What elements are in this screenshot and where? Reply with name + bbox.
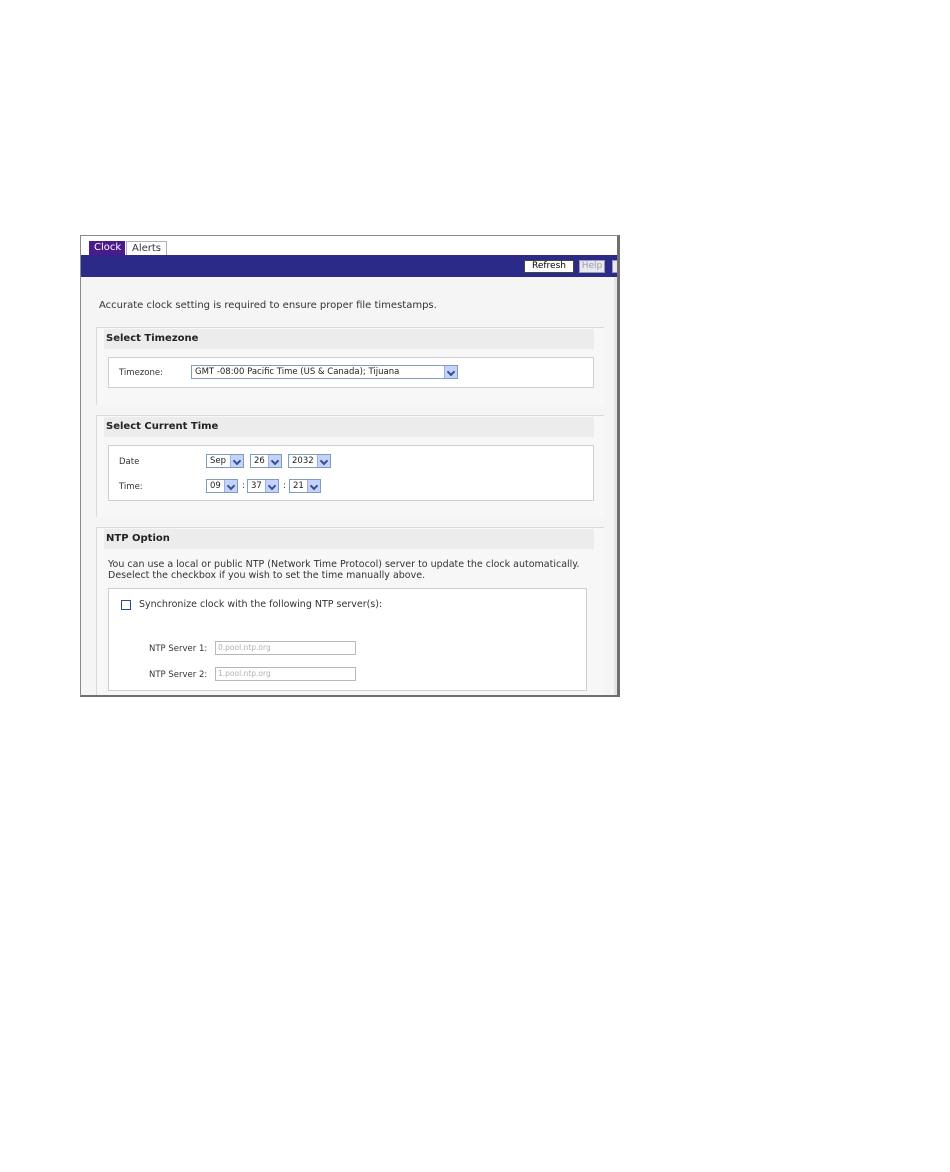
tab-alerts[interactable]: Alerts xyxy=(126,241,167,255)
day-select-value: 26 xyxy=(254,456,265,466)
timezone-panel: Select Timezone Timezone: GMT -08:00 Pac… xyxy=(96,327,604,405)
hour-select[interactable]: 09 xyxy=(206,479,238,493)
scrollbar-edge[interactable] xyxy=(614,277,617,695)
chevron-down-icon xyxy=(307,480,320,492)
clock-settings-window: Clock Alerts Refresh Help Accurate clock… xyxy=(80,235,620,697)
current-time-panel-title: Select Current Time xyxy=(104,417,594,437)
refresh-button[interactable]: Refresh xyxy=(524,260,574,273)
time-separator: : xyxy=(242,481,246,491)
date-label: Date xyxy=(119,457,140,467)
time-separator: : xyxy=(283,481,287,491)
timezone-panel-title: Select Timezone xyxy=(104,329,594,349)
ntp-description-line2: Deselect the checkbox if you wish to set… xyxy=(108,570,426,581)
month-select[interactable]: Sep xyxy=(206,454,244,468)
current-time-panel: Select Current Time Date Sep 26 2032 Tim… xyxy=(96,415,604,517)
tab-strip: Clock Alerts xyxy=(81,236,617,255)
chevron-down-icon xyxy=(317,455,330,467)
ntp-server1-label: NTP Server 1: xyxy=(149,644,208,654)
day-select[interactable]: 26 xyxy=(250,454,282,468)
minute-select-value: 37 xyxy=(251,481,262,491)
timezone-select-value: GMT -08:00 Pacific Time (US & Canada); T… xyxy=(195,367,400,377)
intro-text: Accurate clock setting is required to en… xyxy=(99,300,437,311)
tab-clock[interactable]: Clock xyxy=(89,241,125,255)
time-label: Time: xyxy=(119,482,143,492)
timezone-select[interactable]: GMT -08:00 Pacific Time (US & Canada); T… xyxy=(191,365,458,379)
sync-ntp-checkbox[interactable] xyxy=(121,600,131,610)
toolbar-button-partial[interactable] xyxy=(612,260,617,273)
ntp-panel: NTP Option You can use a local or public… xyxy=(96,527,604,695)
ntp-server2-input[interactable]: 1.pool.ntp.org xyxy=(215,667,356,681)
current-time-box: Date Sep 26 2032 Time: 09 : 37: 21 xyxy=(108,445,594,501)
minute-select[interactable]: 37 xyxy=(247,479,279,493)
chevron-down-icon xyxy=(230,455,243,467)
help-button[interactable]: Help xyxy=(579,260,605,273)
ntp-panel-title: NTP Option xyxy=(104,529,594,549)
ntp-server1-value: 0.pool.ntp.org xyxy=(218,643,271,652)
year-select[interactable]: 2032 xyxy=(288,454,331,468)
second-select[interactable]: 21 xyxy=(289,479,321,493)
chevron-down-icon xyxy=(268,455,281,467)
second-select-value: 21 xyxy=(293,481,304,491)
year-select-value: 2032 xyxy=(292,456,314,466)
chevron-down-icon xyxy=(265,480,278,492)
ntp-box: Synchronize clock with the following NTP… xyxy=(108,588,587,691)
month-select-value: Sep xyxy=(210,456,227,466)
timezone-box: Timezone: GMT -08:00 Pacific Time (US & … xyxy=(108,357,594,388)
chevron-down-icon xyxy=(444,366,457,378)
hour-select-value: 09 xyxy=(210,481,221,491)
ntp-description-line1: You can use a local or public NTP (Netwo… xyxy=(108,559,580,570)
ntp-server2-label: NTP Server 2: xyxy=(149,670,208,680)
ntp-server2-value: 1.pool.ntp.org xyxy=(218,669,271,678)
sync-ntp-label: Synchronize clock with the following NTP… xyxy=(139,599,383,610)
ntp-server1-input[interactable]: 0.pool.ntp.org xyxy=(215,641,356,655)
timezone-label: Timezone: xyxy=(119,368,163,378)
chevron-down-icon xyxy=(224,480,237,492)
